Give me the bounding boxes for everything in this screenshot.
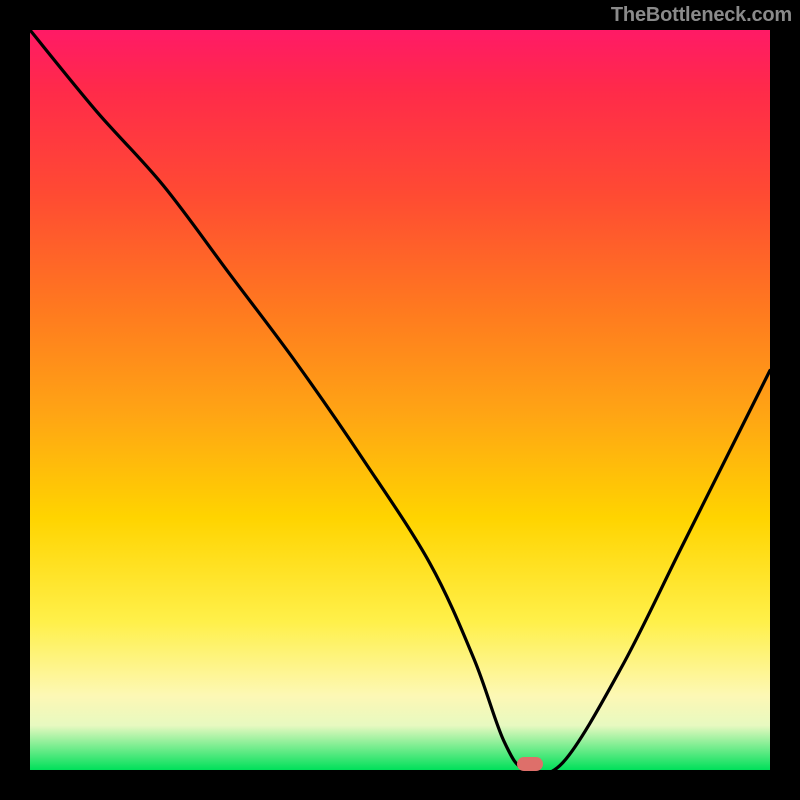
chart-frame: TheBottleneck.com <box>0 0 800 800</box>
plot-area <box>30 30 770 770</box>
optimal-marker <box>517 757 543 771</box>
bottleneck-curve <box>30 30 770 770</box>
watermark-label: TheBottleneck.com <box>611 4 792 27</box>
